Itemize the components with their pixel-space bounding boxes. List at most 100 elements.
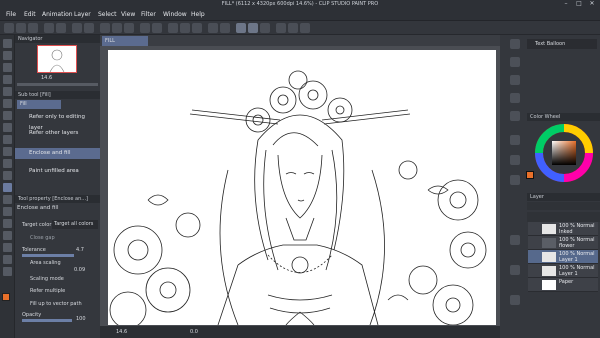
menu-view[interactable]: View (121, 11, 135, 18)
menu-help[interactable]: Help (191, 11, 205, 18)
subtool-group-tab[interactable]: Fill (17, 100, 61, 109)
target-color-select[interactable]: Target all colors (52, 220, 98, 229)
layer-row[interactable]: 100 % Normal Layer 1 (528, 264, 598, 278)
status-rotation[interactable]: 0.0 (190, 329, 198, 335)
panel-icon[interactable] (510, 39, 520, 49)
new-icon[interactable] (4, 23, 14, 33)
menu-animation[interactable]: Animation (42, 11, 73, 18)
ink-icon[interactable] (220, 23, 230, 33)
figure-tool-icon[interactable] (3, 207, 12, 216)
text-balloon-select[interactable]: Text Balloon (527, 39, 597, 49)
layer-row[interactable]: 100 % Normal flower (528, 236, 598, 250)
auto-select-tool-icon[interactable] (3, 87, 12, 96)
area-scaling-label[interactable]: Area scaling (30, 260, 61, 266)
text-tool-icon[interactable] (3, 243, 12, 252)
layer-row-selected[interactable]: 100 % Normal Layer 1 (528, 250, 598, 264)
menu-file[interactable]: File (6, 11, 16, 18)
snap-icon[interactable] (168, 23, 178, 33)
opacity-value[interactable]: 100 (76, 316, 86, 322)
ruler-tool-icon[interactable] (3, 231, 12, 240)
tolerance-value[interactable]: 4.7 (76, 247, 84, 253)
vector-icon[interactable] (260, 23, 270, 33)
panel-icon[interactable] (510, 93, 520, 103)
menu-layer[interactable]: Layer (74, 11, 91, 18)
panel-icon[interactable] (510, 57, 520, 67)
layer-row[interactable]: 100 % Normal Inked (528, 222, 598, 236)
minimize-button[interactable]: – (560, 0, 572, 9)
selection-tool-icon[interactable] (3, 75, 12, 84)
grid-icon[interactable] (192, 23, 202, 33)
fill-tool-icon[interactable] (3, 183, 12, 192)
subtool-enclose-fill[interactable]: Enclose and fill (15, 148, 100, 159)
canvas-tab[interactable]: FILL (102, 36, 148, 46)
open-icon[interactable] (16, 23, 26, 33)
subtool-label: Refer other layers (29, 130, 79, 136)
move-tool-icon[interactable] (3, 51, 12, 60)
ruler-snap-icon[interactable] (180, 23, 190, 33)
navigator-zoom[interactable]: 14.6 (41, 75, 52, 81)
window-title: FILL* (6112 x 4320px 600dpi 14.6%) - CLI… (221, 1, 379, 7)
clear-icon[interactable] (72, 23, 82, 33)
layer-row[interactable]: Paper (528, 278, 598, 292)
correct-line-tool-icon[interactable] (3, 267, 12, 276)
panel-icon[interactable] (510, 155, 520, 165)
save-icon[interactable] (28, 23, 38, 33)
gradient-tool-icon[interactable] (3, 195, 12, 204)
layer-icon[interactable] (208, 23, 218, 33)
maximize-button[interactable]: □ (573, 0, 585, 9)
status-zoom[interactable]: 14.6 (116, 329, 127, 335)
panel-icon[interactable] (510, 235, 520, 245)
blend-tool-icon[interactable] (3, 171, 12, 180)
deselect-icon[interactable] (100, 23, 110, 33)
pen-tool-icon[interactable] (3, 111, 12, 120)
tolerance-slider[interactable] (22, 254, 74, 257)
expand-icon[interactable] (152, 23, 162, 33)
panel-icon[interactable] (510, 75, 520, 85)
zoom-tool-icon[interactable] (3, 39, 12, 48)
close-button[interactable]: ✕ (586, 0, 598, 9)
pencil-tool-icon[interactable] (3, 123, 12, 132)
crop-icon[interactable] (124, 23, 134, 33)
drawing-canvas[interactable] (108, 50, 496, 325)
redo-icon[interactable] (56, 23, 66, 33)
menu-window[interactable]: Window (163, 11, 187, 18)
navigator-thumbnail[interactable] (37, 45, 77, 73)
undo-icon[interactable] (44, 23, 54, 33)
refer-multiple-label[interactable]: Refer multiple (30, 288, 65, 294)
color-wheel[interactable] (534, 123, 594, 183)
eyedropper-tool-icon[interactable] (3, 99, 12, 108)
fill-selection-icon[interactable] (140, 23, 150, 33)
airbrush-tool-icon[interactable] (3, 147, 12, 156)
navigator-header: Navigator (15, 35, 100, 43)
subtool-paint-unfilled[interactable]: Paint unfilled area (15, 166, 100, 177)
frame-tool-icon[interactable] (3, 219, 12, 228)
panel-icon[interactable] (510, 111, 520, 121)
balloon-tool-icon[interactable] (3, 255, 12, 264)
stabilize-icon[interactable] (248, 23, 258, 33)
eraser-tool-icon[interactable] (3, 159, 12, 168)
panel-icon[interactable] (510, 295, 520, 305)
hand-icon[interactable] (300, 23, 310, 33)
eyedropper-icon[interactable] (288, 23, 298, 33)
subtool-refer-editing[interactable]: Refer only to editing layer (15, 112, 100, 131)
transform-icon[interactable] (84, 23, 94, 33)
panel-icon[interactable] (510, 175, 520, 185)
invert-selection-icon[interactable] (112, 23, 122, 33)
fill-vector-label[interactable]: Fill up to vector path (30, 301, 82, 307)
main-color-swatch[interactable] (2, 293, 10, 301)
menu-filter[interactable]: Filter (141, 11, 156, 18)
area-scaling-value[interactable]: 0.09 (74, 267, 85, 273)
navigator-zoom-slider[interactable] (17, 83, 98, 86)
brush-tool-icon[interactable] (3, 135, 12, 144)
subtool-refer-other[interactable]: Refer other layers (15, 128, 100, 139)
color-pick-icon[interactable] (276, 23, 286, 33)
menu-select[interactable]: Select (98, 11, 117, 18)
opacity-slider[interactable] (22, 319, 72, 322)
close-gap-label[interactable]: Close gap (30, 235, 55, 241)
menu-edit[interactable]: Edit (24, 11, 36, 18)
panel-icon[interactable] (510, 135, 520, 145)
current-color-swatch[interactable] (526, 171, 534, 179)
operation-tool-icon[interactable] (3, 63, 12, 72)
smoothing-icon[interactable] (236, 23, 246, 33)
panel-icon[interactable] (510, 265, 520, 275)
